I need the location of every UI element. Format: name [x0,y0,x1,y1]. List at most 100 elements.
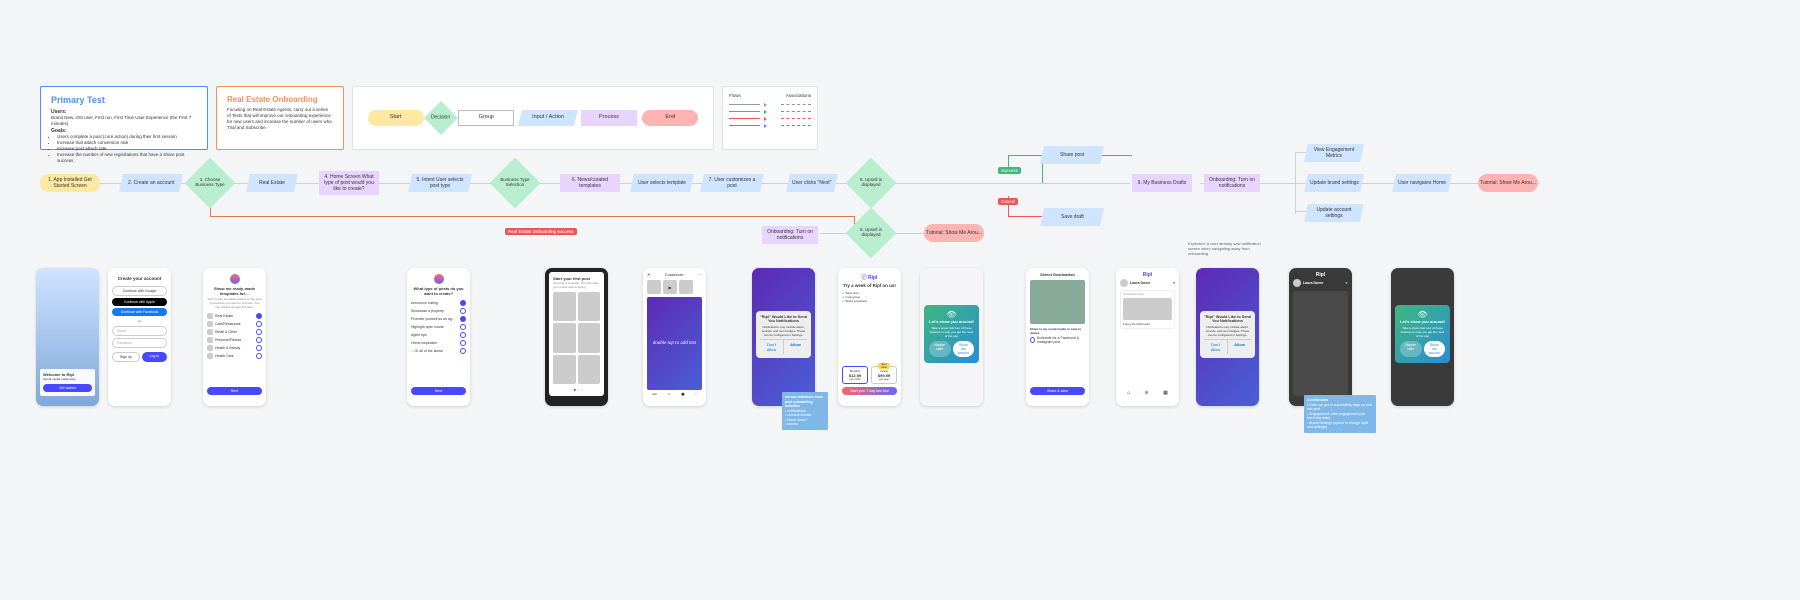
node-tutorial-end[interactable]: Tutorial: Show Me Arou... [1478,174,1538,192]
biz-item[interactable]: Health Care [207,353,262,359]
intent-item[interactable]: Highlight open house [411,324,466,330]
node-notif[interactable]: Onboarding: Turn on notifications [1204,174,1260,192]
canvas[interactable]: double tap to add text [647,297,702,390]
btn-maybe[interactable]: Maybe later [929,341,951,357]
btn-signup[interactable]: Sign up [112,352,140,362]
btn-share-save[interactable]: Share & save [1030,387,1085,395]
node-create-account[interactable]: 2. Create an account [119,174,183,192]
screen-notif-dialog[interactable]: "Ripl" Would Like to Send You Notificati… [752,268,815,406]
node-view-metrics[interactable]: View Engagement Metrics [1304,144,1364,162]
connector [1450,183,1478,184]
node-alt-notif[interactable]: Onboarding: Turn on notifications [762,226,818,244]
tour-body: Take a super-fast tour of these features… [929,326,974,338]
screen-tutorial[interactable]: 👁 Let's show you around! Take a super-fa… [920,268,983,406]
plan-yearly[interactable]: Best value Yearly$99.99per year [871,366,897,384]
node-alt-tutorial[interactable]: Tutorial: Show Me Arou... [924,224,984,242]
intent-item[interactable]: Home inspiration [411,340,466,346]
biz-item[interactable]: Retail & Other [207,329,262,335]
screen-tutorial-2[interactable]: 👁 Let's show you around! Take a super-fa… [1391,268,1454,406]
screen-intent[interactable]: What type of posts do you want to create… [407,268,470,406]
screen-create-account[interactable]: Create your account Continue with Google… [108,268,171,406]
nav-add-icon[interactable]: ⊕ [1145,390,1149,396]
node-alt-upsell[interactable]: 8. Upsell is displayed [853,215,889,251]
node-home-screen[interactable]: 4. Home Screen What type of post would y… [319,171,379,195]
sticky-note-2[interactable]: Contribution • Data: we get to successfu… [1304,395,1376,433]
node-biz-type-sel[interactable]: Business Type Selection [497,165,533,201]
node-share-post[interactable]: Share post [1040,146,1104,164]
biz-item[interactable]: Health & Beauty [207,345,262,351]
welcome-sub: Social media made easy [43,377,92,381]
node-save-draft[interactable]: Save draft [1040,208,1104,226]
biz-item[interactable]: Real Estate [207,313,262,319]
btn-start-trial[interactable]: Start your 7-day free trial [842,387,897,395]
biz-item[interactable]: Cafe/Restaurant [207,321,262,327]
legend-group: Group [458,110,514,126]
users-text: Brand New, iOS user, First run, First Ti… [51,115,197,127]
node-account-settings[interactable]: Update account settings [1304,204,1364,222]
intent-item[interactable]: Promote yourself as an ag… [411,316,466,322]
btn-next[interactable]: Next [207,387,262,395]
node-drafts[interactable]: 9. My Business Drafts [1132,174,1192,192]
sp-sub: Opening a template, this will make your … [553,281,600,289]
legend-start: Start [368,110,424,126]
node-brand-settings[interactable]: Update brand settings [1304,174,1364,192]
btn-apple[interactable]: Continue with Apple [112,298,167,306]
node-intent[interactable]: 5. Intent User selects post type [408,174,472,192]
legend-card: Start Decision Group Input / Action Proc… [352,86,714,150]
node-upsell[interactable]: 8. Upsell is displayed [853,165,889,201]
intent-item[interactable]: Showcase a property [411,308,466,314]
more-icon[interactable]: ⋯ [698,272,702,277]
btn-next[interactable]: Next [411,387,466,395]
intent-item[interactable]: Agent tips [411,332,466,338]
btn-dont-allow[interactable]: Don't Allow [760,340,784,354]
nav-cal-icon[interactable]: ▦ [1163,390,1168,396]
intent-item[interactable]: …Or all of the above [411,348,466,354]
share-opt[interactable]: Schedule for a Facebook & Instagram post [1030,336,1085,344]
legend-input: Input / Action [517,110,577,126]
screen-paywall[interactable]: ⓡ Ripl Try a week of Ripl on us! ✓ Save … [838,268,901,406]
screen-start-post[interactable]: Start your first post Opening a template… [545,268,608,406]
badge: Real Estate Onboarding success [505,228,577,235]
node-nav-home[interactable]: User navigates Home [1392,174,1452,192]
node-click-next[interactable]: User clicks "Next" [786,174,838,192]
close-icon[interactable]: ✕ [647,272,650,277]
screen-biz-type[interactable]: Show me ready-made templates for… We'll … [203,268,266,406]
screen-welcome[interactable]: Welcome to Ripl Social media made easy G… [36,268,99,406]
intent-item[interactable]: Announce Listing [411,300,466,306]
node-choose-biz-type[interactable]: 3. Choose Business Type [192,165,228,201]
node-app-installed[interactable]: 1. App Installed Get Started Screen [40,174,100,192]
goal-item: Increase the number of new registrations… [57,152,197,164]
flows-card: Flows Associations [722,86,818,150]
get-started-btn[interactable]: Get started [43,384,92,392]
screen-notif-2[interactable]: "Ripl" Would Like to Send You Notificati… [1196,268,1259,406]
btn-facebook[interactable]: Continue with Facebook [112,308,167,316]
onboard-text: Focusing on Real Estate Agents, carry ou… [227,107,333,130]
legend-decision: Decision [424,101,458,135]
screen-home[interactable]: Ripl Laura Dover▾ Unscheduled draft Funn… [1116,268,1179,406]
screen-share[interactable]: Select Destination Share to my social me… [1026,268,1089,406]
primary-test-title: Primary Test [51,95,197,107]
connector [1008,216,1042,217]
screen-customize[interactable]: ✕Customize⋯ ▶ double tap to add text abc… [643,268,706,406]
input-password[interactable]: Password [112,338,167,348]
nav-home-icon[interactable]: ⌂ [1127,390,1130,396]
input-email[interactable]: Email [112,326,167,336]
node-customize[interactable]: 7. User customizes a post [700,174,764,192]
node-select-template[interactable]: User selects template [630,174,694,192]
screen-home-dim[interactable]: Ripl Laura Dover★ [1289,268,1352,406]
legend-end: End [642,110,698,126]
sticky-note[interactable]: we can introduce more post onboarding ac… [782,392,828,430]
plan-monthly[interactable]: Monthly$12.99per month [842,366,868,384]
btn-allow[interactable]: Allow [784,340,807,354]
notif-body: Notifications may include alerts, sounds… [760,325,807,337]
assoc-head: Associations [786,93,811,99]
btn-login[interactable]: Log in [142,352,168,362]
success-tag: Success [998,167,1021,174]
node-real-estate[interactable]: Real Estate [246,174,298,192]
btn-google[interactable]: Continue with Google [112,286,167,296]
connector [898,233,926,234]
primary-test-card: Primary Test Users: Brand New, iOS user,… [40,86,208,150]
biz-item[interactable]: Personal/Fitness [207,337,262,343]
node-templates[interactable]: 6. News/curated templates [560,174,620,192]
btn-show[interactable]: Show me around [953,341,975,357]
